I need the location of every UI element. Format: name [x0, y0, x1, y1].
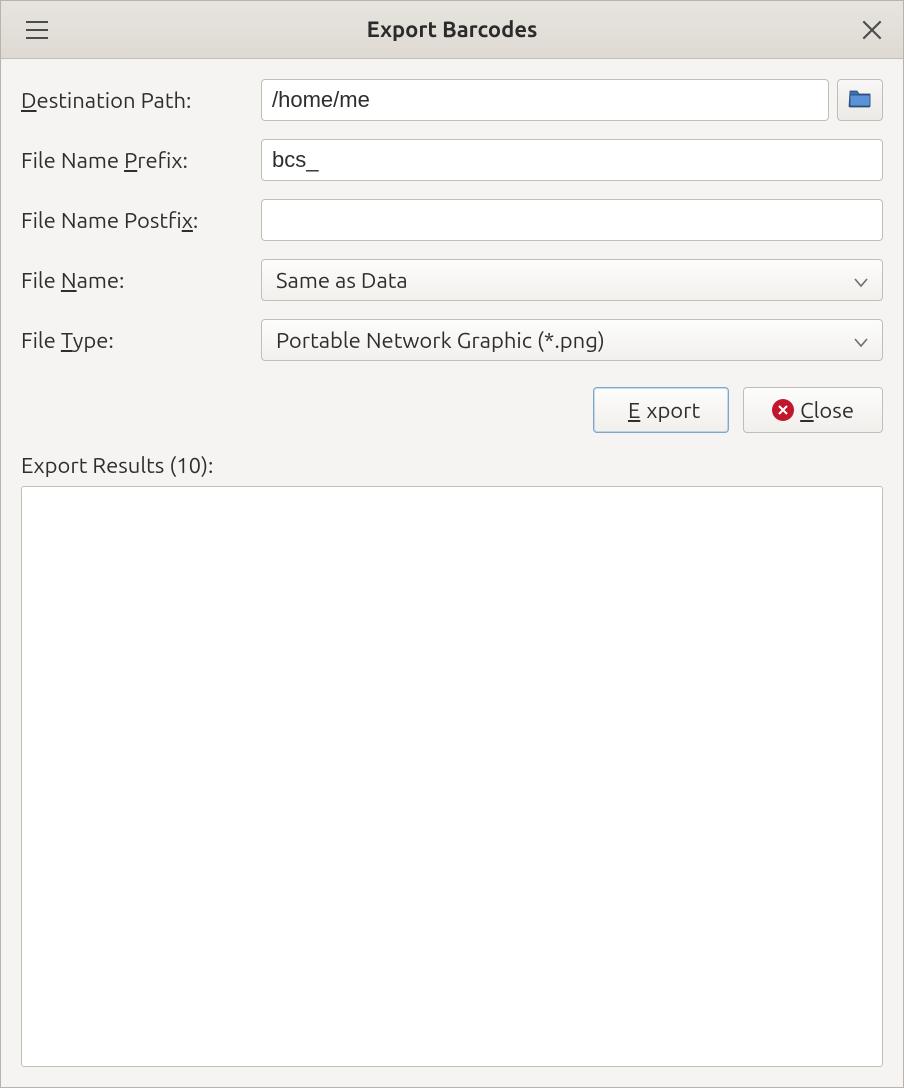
file-name-prefix-label: File Name Prefix: [21, 148, 261, 173]
file-name-postfix-label: File Name Postfix: [21, 208, 261, 233]
file-name-postfix-input[interactable] [261, 199, 883, 241]
file-type-label: File Type: [21, 328, 261, 353]
file-name-select-value: Same as Data [276, 268, 854, 293]
export-button[interactable]: Export [593, 387, 729, 433]
dialog-body: Destination Path: File Name Prefix: File… [1, 59, 903, 1087]
close-circle-icon [772, 399, 794, 421]
destination-path-input[interactable] [261, 79, 829, 121]
export-results-label: Export Results (10): [21, 453, 883, 478]
export-results-list[interactable] [21, 486, 883, 1067]
window-close-button[interactable] [859, 17, 885, 43]
button-row: Export Close [21, 387, 883, 433]
close-icon [859, 17, 885, 43]
window-title: Export Barcodes [1, 17, 903, 42]
destination-path-label: Destination Path: [21, 88, 261, 113]
folder-icon [848, 88, 872, 112]
file-name-select[interactable]: Same as Data [261, 259, 883, 301]
file-name-postfix-row: File Name Postfix: [21, 199, 883, 241]
destination-path-row: Destination Path: [21, 79, 883, 121]
file-name-prefix-input[interactable] [261, 139, 883, 181]
file-type-select-value: Portable Network Graphic (*.png) [276, 328, 854, 353]
file-type-select[interactable]: Portable Network Graphic (*.png) [261, 319, 883, 361]
file-name-row: File Name: Same as Data [21, 259, 883, 301]
chevron-down-icon [854, 269, 868, 292]
menu-button[interactable] [15, 8, 59, 52]
chevron-down-icon [854, 329, 868, 352]
browse-button[interactable] [837, 79, 883, 121]
file-name-prefix-row: File Name Prefix: [21, 139, 883, 181]
file-type-row: File Type: Portable Network Graphic (*.p… [21, 319, 883, 361]
export-barcodes-dialog: Export Barcodes Destination Path: File N… [0, 0, 904, 1088]
close-button[interactable]: Close [743, 387, 883, 433]
file-name-label: File Name: [21, 268, 261, 293]
titlebar: Export Barcodes [1, 1, 903, 59]
